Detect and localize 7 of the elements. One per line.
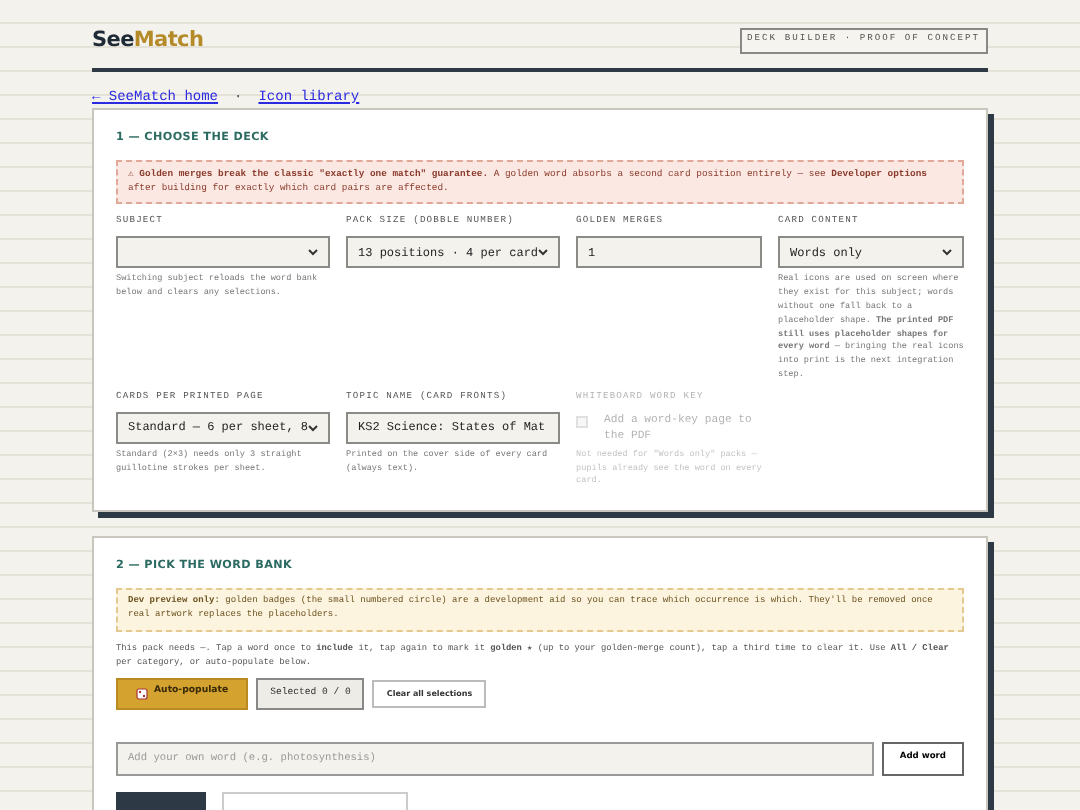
select-field[interactable] <box>116 236 331 269</box>
dice-icon <box>136 687 148 700</box>
caret-icon <box>308 423 319 432</box>
logo: SeeMatch <box>92 26 204 56</box>
caret-icon <box>942 248 952 257</box>
caret-icon <box>308 248 319 257</box>
caret-icon <box>538 248 549 257</box>
